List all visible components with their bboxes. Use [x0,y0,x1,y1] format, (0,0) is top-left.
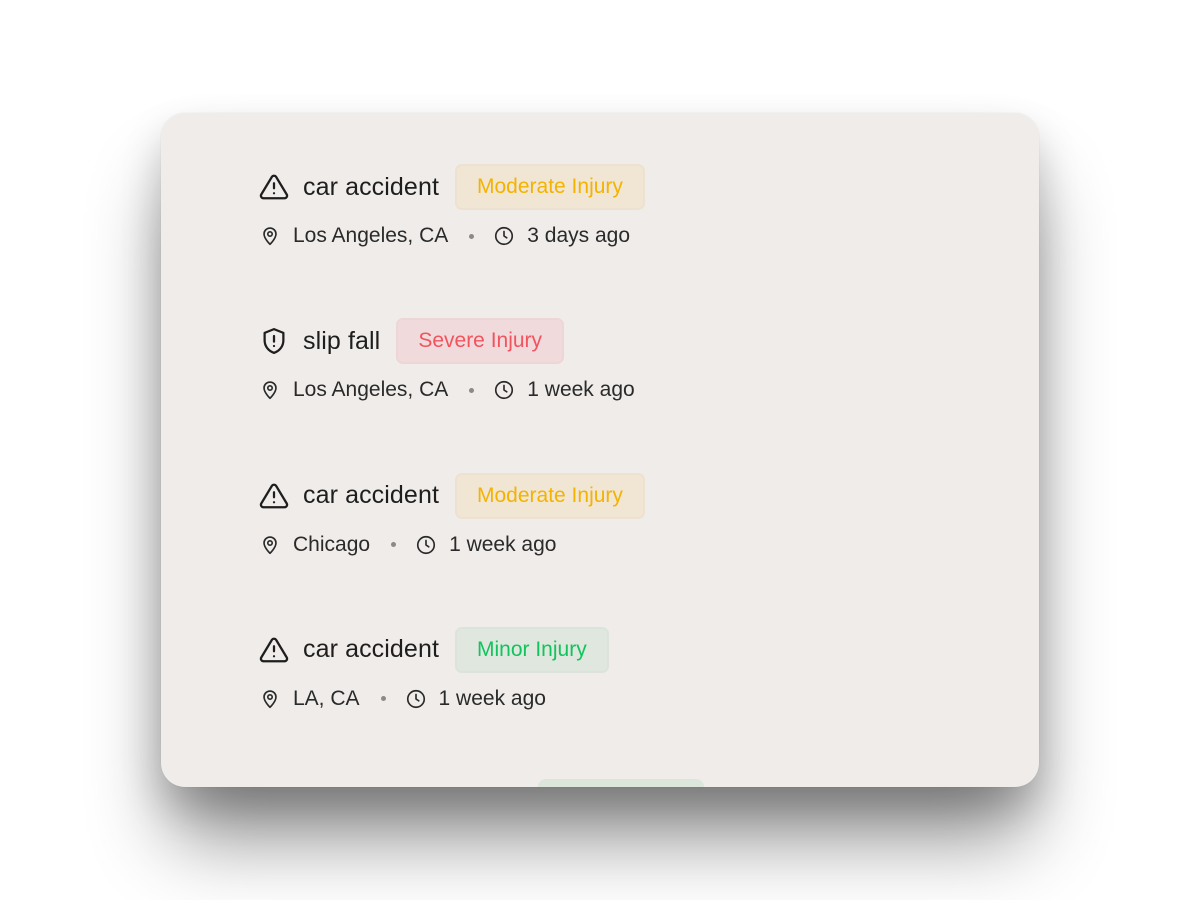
incident-header: slip fall Severe Injury [258,316,645,366]
incident-header: car accident Moderate Injury [258,162,645,212]
incident-location: LA, CA [293,686,360,710]
separator-dot [380,696,386,702]
incident-title: car accident [303,172,439,201]
incident-meta: Los Angeles, CA 1 week ago [258,372,645,408]
incident-item[interactable]: car accident Minor Injury LA, CA 1 week … [258,625,645,779]
separator-dot [469,233,475,239]
map-pin-icon [259,534,281,556]
separator-dot [469,387,475,393]
map-pin-icon [259,225,281,247]
incident-title: slip fall [303,326,381,355]
separator-dot [391,542,397,548]
clock-icon [415,534,437,556]
incident-meta: Chicago 1 week ago [258,527,645,563]
severity-badge: Severe Injury [396,318,565,365]
severity-badge: Moderate Injury [455,472,645,519]
map-pin-icon [259,379,281,401]
incident-location: Los Angeles, CA [293,378,449,402]
incident-title: car accident [303,481,439,510]
incident-list: car accident Moderate Injury Los Angeles… [258,162,645,779]
map-pin-icon [259,688,281,710]
incident-item[interactable]: car accident Moderate Injury Chicago 1 w… [258,471,645,625]
warning-triangle-icon [259,172,289,202]
warning-triangle-icon [259,635,289,665]
severity-badge: Minor Injury [455,626,609,673]
incident-time: 1 week ago [449,532,557,556]
severity-badge: Moderate Injury [455,164,645,210]
incident-meta: LA, CA 1 week ago [258,681,645,717]
incident-header: car accident Minor Injury [258,625,645,675]
incident-meta: Los Angeles, CA 3 days ago [258,218,645,254]
clock-icon [493,225,515,247]
stage: car accident Moderate Injury Los Angeles… [0,0,1200,900]
clock-icon [405,688,427,710]
incident-list-card: car accident Moderate Injury Los Angeles… [161,113,1039,787]
shield-alert-icon [259,326,289,356]
incident-item[interactable]: car accident Moderate Injury Los Angeles… [258,162,645,316]
clock-icon [493,379,515,401]
incident-location: Chicago [293,532,371,556]
incident-time: 1 week ago [527,378,635,402]
incident-header: car accident Moderate Injury [258,471,645,521]
incident-time: 1 week ago [438,686,546,710]
incident-time: 3 days ago [527,224,631,247]
incident-item[interactable]: slip fall Severe Injury Los Angeles, CA [258,316,645,470]
warning-triangle-icon [259,481,289,511]
severity-badge-clipped [538,779,704,787]
incident-title: car accident [303,635,439,664]
incident-location: Los Angeles, CA [293,224,449,247]
